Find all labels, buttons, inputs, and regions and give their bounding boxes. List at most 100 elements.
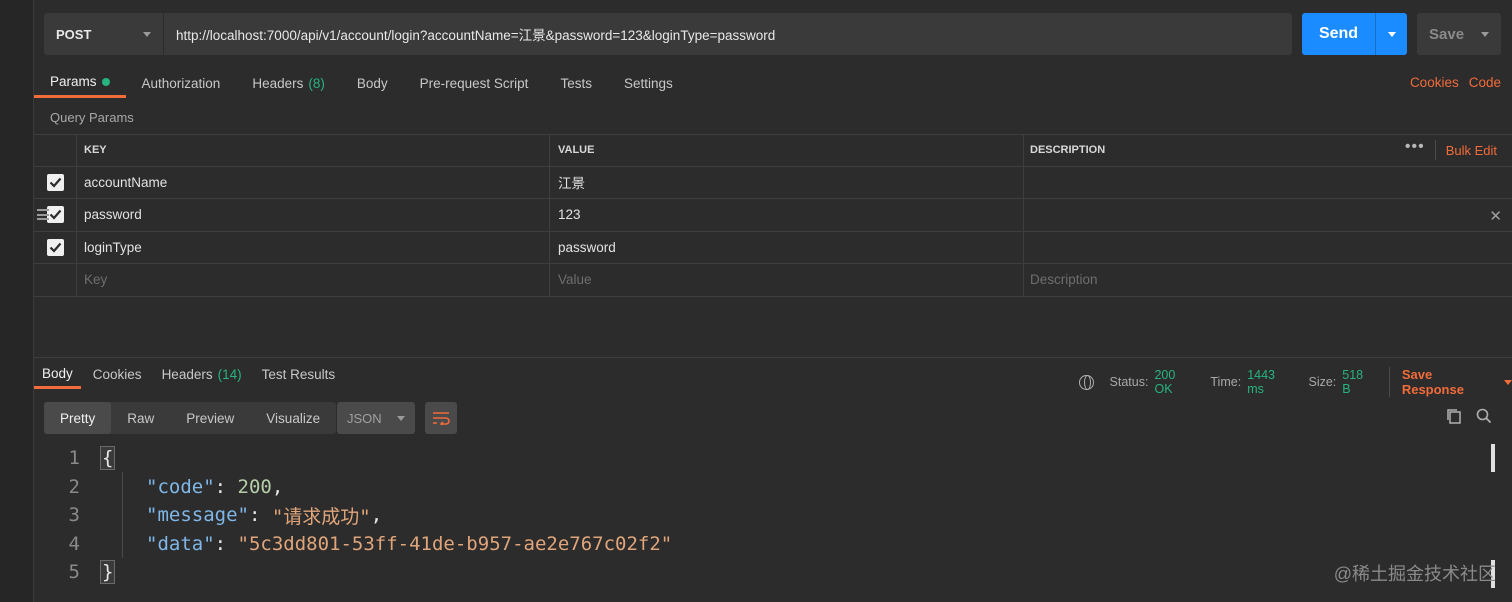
format-toolbar: Pretty Raw Preview Visualize: [44, 402, 337, 434]
tab-pre-request-script[interactable]: Pre-request Script: [404, 68, 545, 98]
param-description[interactable]: [1024, 167, 1512, 199]
json-key: "data": [146, 532, 215, 555]
tab-settings[interactable]: Settings: [608, 68, 689, 98]
row-check-cell: [34, 231, 77, 263]
method-select[interactable]: POST: [44, 13, 164, 55]
checkmark-icon: [49, 177, 61, 188]
line-number: 3: [68, 504, 80, 527]
row-check-cell: [34, 264, 77, 296]
tab-label: Tests: [560, 75, 592, 91]
wrap-lines-button[interactable]: [425, 402, 457, 434]
row-check-cell: [34, 166, 77, 198]
method-label: POST: [56, 26, 92, 42]
tab-label: Body: [42, 365, 73, 381]
time-value[interactable]: 1443 ms: [1247, 368, 1293, 396]
code-line: 3 "message": "请求成功",: [44, 501, 1494, 530]
raw-button[interactable]: Raw: [111, 402, 170, 434]
search-icon[interactable]: [1476, 408, 1492, 424]
tab-response-body[interactable]: Body: [34, 360, 81, 389]
checkmark-icon: [49, 242, 61, 253]
bulk-edit-link[interactable]: Bulk Edit: [1436, 143, 1512, 158]
tab-label: Settings: [623, 75, 673, 91]
param-description[interactable]: [1024, 232, 1512, 264]
key-input[interactable]: Key: [77, 264, 550, 296]
json-string: "5c3dd801-53ff-41de-b957-ae2e767c02f2": [237, 532, 673, 555]
checkbox[interactable]: [46, 206, 64, 224]
table-row: accountName 江景: [34, 166, 1512, 199]
tab-tests[interactable]: Tests: [544, 68, 608, 98]
watermark: @稀土掘金技术社区: [1333, 564, 1496, 584]
param-value[interactable]: password: [550, 231, 1024, 263]
copy-icon[interactable]: [1446, 408, 1462, 424]
preview-button[interactable]: Preview: [170, 402, 250, 434]
tab-body[interactable]: Body: [341, 68, 404, 98]
left-sidebar-edge: [0, 0, 34, 602]
drag-handle-icon[interactable]: [37, 209, 49, 223]
indent-guide: [122, 472, 123, 558]
save-button[interactable]: Save: [1417, 13, 1501, 55]
save-label: Save: [1429, 25, 1465, 43]
param-key[interactable]: loginType: [77, 231, 550, 263]
save-response-button[interactable]: Save Response: [1388, 367, 1512, 397]
visualize-button[interactable]: Visualize: [250, 402, 336, 434]
open-brace: {: [100, 446, 116, 471]
tab-label: Pre-request Script: [419, 75, 529, 91]
url-input[interactable]: http://localhost:7000/api/v1/account/log…: [164, 24, 775, 44]
size-value[interactable]: 518 B: [1342, 368, 1374, 396]
chevron-down-icon: [1481, 31, 1489, 37]
tab-response-headers[interactable]: Headers (14): [154, 360, 250, 389]
params-table: KEY VALUE DESCRIPTION ••• Bulk Edit acco…: [34, 134, 1512, 297]
checkbox[interactable]: [46, 238, 64, 256]
chevron-down-icon: [143, 31, 151, 37]
code-link[interactable]: Code: [1469, 75, 1501, 90]
tab-label: Body: [356, 75, 388, 91]
more-options-icon[interactable]: •••: [1395, 139, 1436, 161]
response-status-bar: Status: 200 OK Time: 1443 ms Size: 518 B…: [1079, 367, 1512, 397]
value-input[interactable]: Value: [550, 264, 1024, 296]
tab-label: Test Results: [261, 367, 336, 382]
send-button[interactable]: Send: [1302, 13, 1407, 55]
send-label[interactable]: Send: [1302, 13, 1376, 55]
tab-response-cookies[interactable]: Cookies: [85, 360, 150, 389]
checkbox[interactable]: [46, 173, 64, 191]
globe-icon[interactable]: [1079, 374, 1094, 390]
chevron-down-icon: [397, 415, 405, 421]
chevron-down-icon: [1504, 379, 1512, 385]
language-label: JSON: [347, 410, 382, 426]
url-bar[interactable]: POST http://localhost:7000/api/v1/accoun…: [44, 13, 1292, 55]
tab-test-results[interactable]: Test Results: [254, 360, 344, 389]
tab-params[interactable]: Params: [34, 68, 126, 98]
language-select[interactable]: JSON: [337, 402, 415, 434]
tab-authorization[interactable]: Authorization: [126, 68, 237, 98]
param-value[interactable]: 江景: [550, 166, 1024, 198]
tab-label: Params: [50, 74, 97, 89]
status-dot-icon: [101, 77, 110, 86]
param-key[interactable]: password: [77, 199, 550, 231]
header-check-cell: [34, 135, 77, 166]
json-number: 200: [237, 475, 272, 498]
line-number: 1: [68, 447, 80, 470]
description-input[interactable]: Description: [1024, 264, 1512, 296]
tab-label: Headers: [161, 367, 213, 382]
headers-count: (8): [308, 75, 325, 91]
json-key: "code": [146, 475, 215, 498]
param-value[interactable]: 123: [550, 199, 1024, 231]
status-label: Status:: [1109, 375, 1149, 389]
pretty-button[interactable]: Pretty: [44, 402, 112, 434]
cookies-link[interactable]: Cookies: [1410, 75, 1459, 90]
response-body-editor[interactable]: 1 { 2 "code": 200, 3 "message": "请求成功", …: [44, 444, 1494, 587]
send-options-button[interactable]: [1376, 13, 1407, 55]
tab-headers[interactable]: Headers (8): [236, 68, 341, 98]
code-line: 5 }: [44, 558, 1494, 587]
param-description[interactable]: [1024, 199, 1512, 231]
request-right-links: Cookies Code: [1410, 75, 1501, 90]
table-header-tools: ••• Bulk Edit: [1395, 135, 1512, 166]
pane-divider[interactable]: [34, 357, 1512, 358]
column-header-value: VALUE: [550, 135, 1024, 166]
param-key[interactable]: accountName: [77, 166, 550, 198]
json-key: "message": [146, 504, 249, 527]
status-value[interactable]: 200 OK: [1154, 368, 1195, 396]
scrollbar-thumb[interactable]: [1491, 444, 1495, 472]
code-line: 4 "data": "5c3dd801-53ff-41de-b957-ae2e7…: [44, 530, 1494, 559]
delete-row-icon[interactable]: ✕: [1489, 207, 1502, 225]
